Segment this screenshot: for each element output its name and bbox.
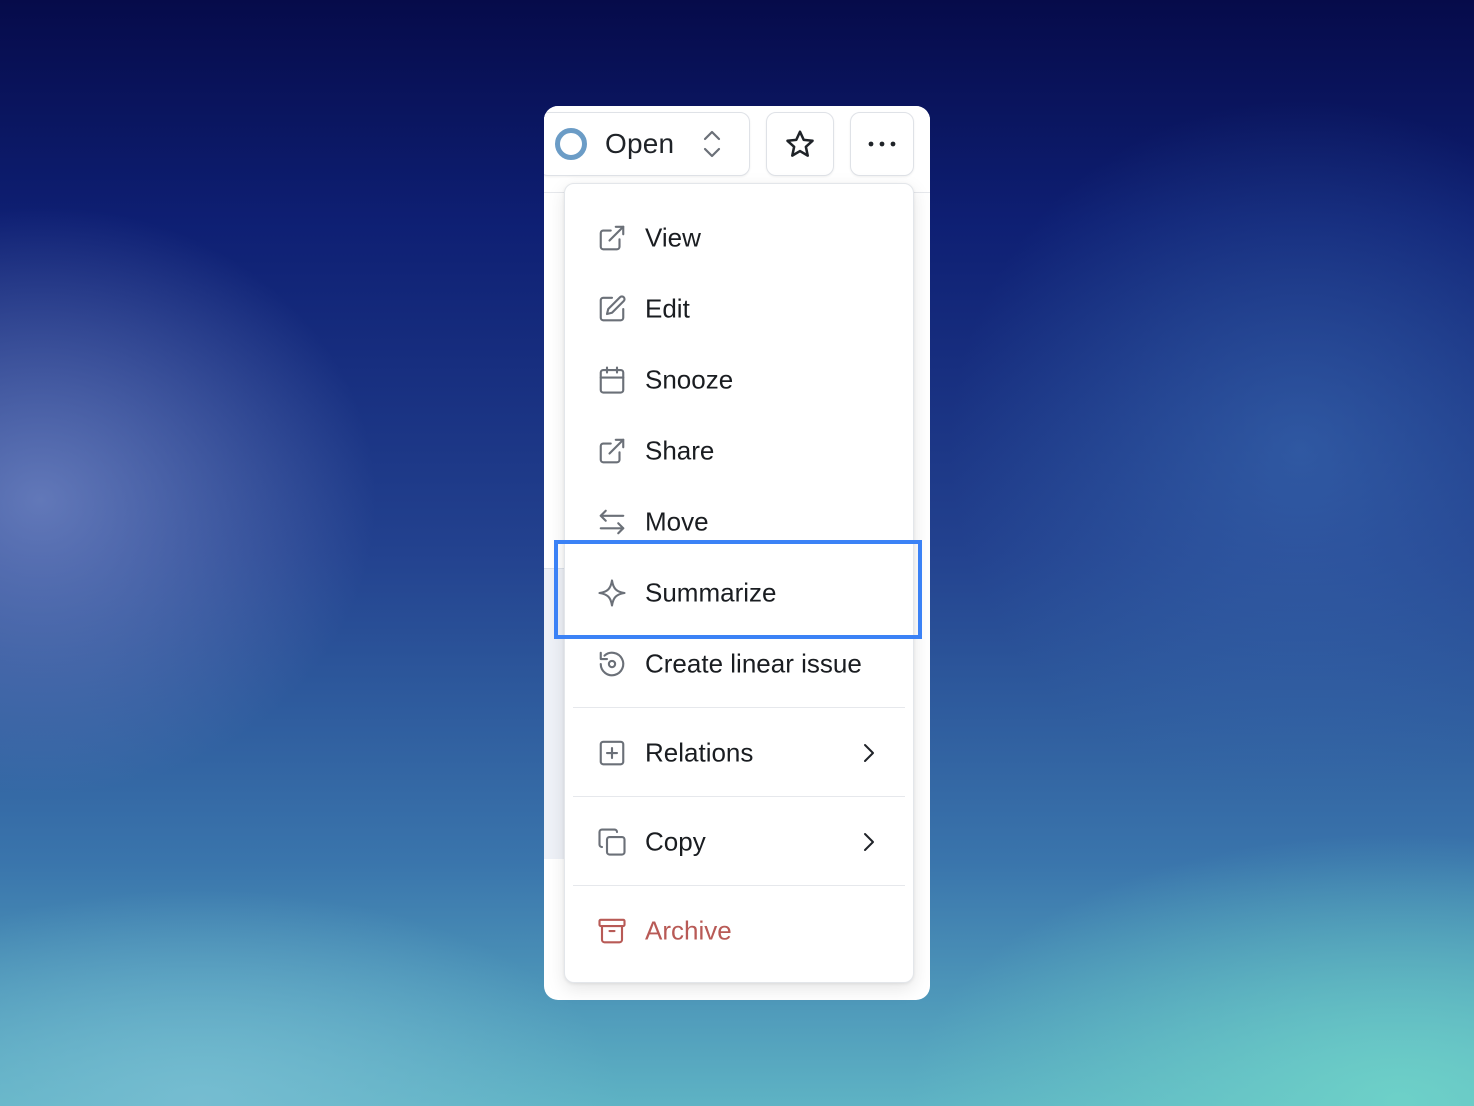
menu-divider xyxy=(573,796,905,797)
ellipsis-icon xyxy=(867,140,897,148)
menu-item-edit[interactable]: Edit xyxy=(565,273,913,344)
chevron-right-icon xyxy=(861,830,877,854)
menu-item-view[interactable]: View xyxy=(565,202,913,273)
menu-item-create-linear-issue[interactable]: Create linear issue xyxy=(565,628,913,699)
menu-item-label: Edit xyxy=(645,293,690,323)
menu-item-label: Snooze xyxy=(645,364,734,394)
menu-divider xyxy=(573,885,905,886)
menu-item-label: Archive xyxy=(645,915,732,945)
menu-item-label: Create linear issue xyxy=(645,648,862,678)
more-options-button[interactable] xyxy=(850,112,914,176)
edit-icon xyxy=(597,294,627,324)
menu-item-share[interactable]: Share xyxy=(565,415,913,486)
external-link-icon xyxy=(597,223,627,253)
open-circle-icon xyxy=(555,128,587,160)
status-label: Open xyxy=(605,128,675,159)
menu-item-label: Relations xyxy=(645,737,754,767)
calendar-icon xyxy=(597,365,627,395)
menu-item-label: Move xyxy=(645,506,709,536)
menu-item-snooze[interactable]: Snooze xyxy=(565,344,913,415)
menu-item-label: View xyxy=(645,222,701,252)
arrows-left-right-icon xyxy=(597,507,627,537)
menu-item-summarize[interactable]: Summarize xyxy=(565,557,913,628)
sparkle-icon xyxy=(597,578,627,608)
refresh-cycle-icon xyxy=(597,649,627,679)
menu-item-archive[interactable]: Archive xyxy=(565,895,913,966)
menu-item-relations[interactable]: Relations xyxy=(565,717,913,788)
chevron-up-down-icon xyxy=(701,128,723,160)
copy-icon xyxy=(597,827,627,857)
menu-item-copy[interactable]: Copy xyxy=(565,806,913,877)
underlying-content xyxy=(544,568,566,859)
favorite-button[interactable] xyxy=(766,112,834,176)
star-icon xyxy=(784,128,816,160)
status-dropdown-button[interactable]: Open xyxy=(544,112,750,176)
share-icon xyxy=(597,436,627,466)
more-options-menu: View Edit Snooze Share Move Summarize Cr… xyxy=(564,183,914,983)
menu-item-label: Summarize xyxy=(645,577,777,607)
menu-item-move[interactable]: Move xyxy=(565,486,913,557)
menu-item-label: Copy xyxy=(645,826,706,856)
issue-toolbar: Open xyxy=(544,106,930,193)
chevron-right-icon xyxy=(861,741,877,765)
plus-square-icon xyxy=(597,738,627,768)
menu-divider xyxy=(573,707,905,708)
menu-item-label: Share xyxy=(645,435,715,465)
archive-icon xyxy=(597,916,627,946)
